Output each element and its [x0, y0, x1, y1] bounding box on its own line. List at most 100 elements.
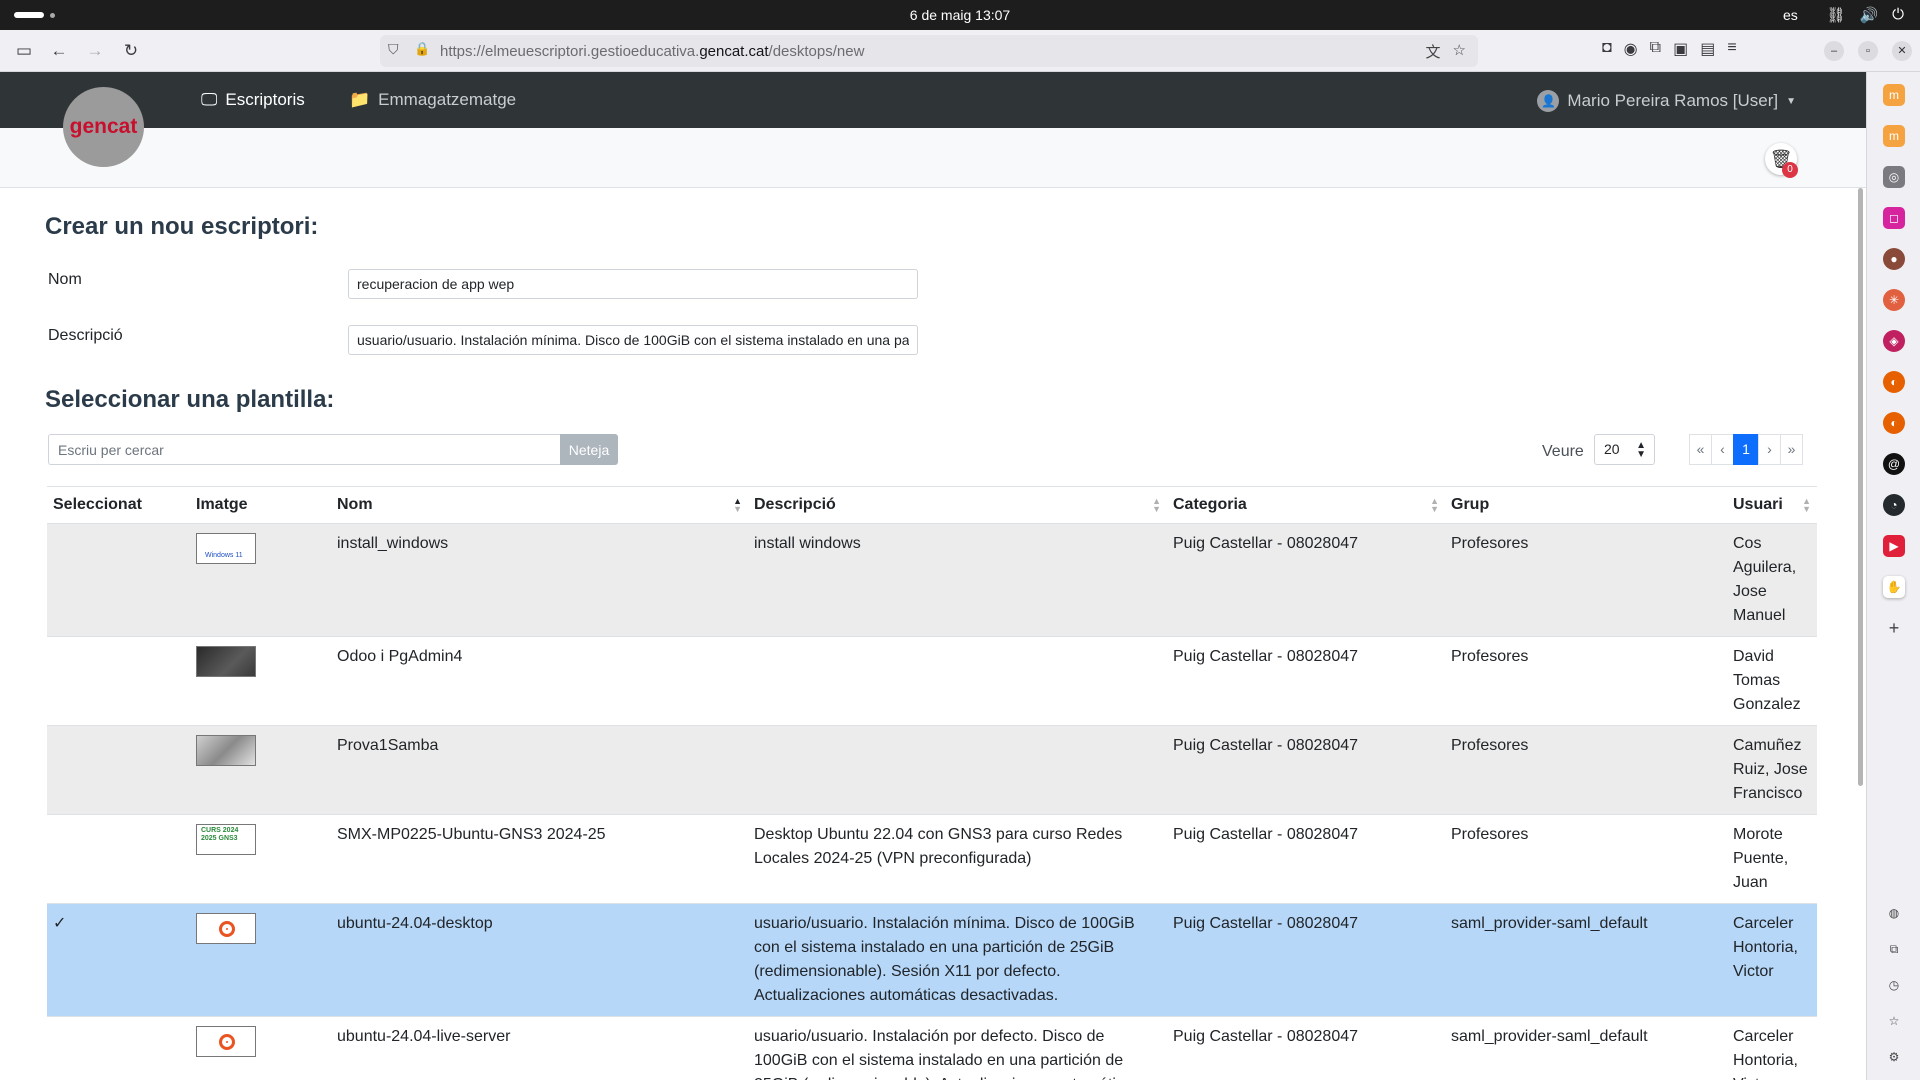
row-check[interactable]	[47, 636, 190, 726]
account-icon[interactable]: ◉	[1624, 39, 1638, 59]
nav-storage[interactable]: 📁 Emmagatzematge	[349, 90, 516, 110]
history-icon[interactable]: ◷	[1883, 974, 1905, 996]
tabs-icon[interactable]: ⧉	[1883, 938, 1905, 960]
search-input[interactable]	[48, 434, 560, 465]
page-first[interactable]: «	[1689, 434, 1712, 465]
page-scrollbar[interactable]	[1858, 188, 1863, 786]
instagram-icon[interactable]: ◻	[1883, 207, 1905, 229]
browser-sidebar: m m ◎ ◻ ● ✳ ◈ ◐ ◐ @ ◔ ▶ ✋ + ◍ ⧉ ◷ ☆ ⚙	[1866, 72, 1920, 1080]
row-group: saml_provider-saml_default	[1445, 1016, 1727, 1080]
table-row-selected[interactable]: ✓ ubuntu-24.04-desktop usuario/usuario. …	[47, 903, 1817, 1017]
youtube-icon[interactable]: ▶	[1883, 535, 1905, 557]
forward-icon[interactable]: →	[83, 39, 107, 63]
sort-icon[interactable]: ▲ ▼	[1802, 497, 1811, 514]
clear-button[interactable]: Neteja	[560, 434, 618, 465]
asterisk-icon[interactable]: ✳	[1883, 289, 1905, 311]
power-icon[interactable]: ⏻	[1892, 6, 1904, 24]
row-check[interactable]	[47, 814, 190, 904]
row-check[interactable]	[47, 725, 190, 815]
sidebar-toggle-icon[interactable]: ▭	[12, 39, 36, 63]
bookmarks-icon[interactable]: ☆	[1883, 1010, 1905, 1032]
col-image[interactable]: Imatge	[190, 486, 331, 524]
row-user: Cos Aguilera, Jose Manuel	[1727, 523, 1817, 637]
page-prev[interactable]: ‹	[1711, 434, 1734, 465]
ubuntu-thumbnail[interactable]	[196, 1026, 256, 1057]
tracking-shield-icon[interactable]: ⛉	[388, 41, 399, 58]
caret-down-icon: ▼	[1786, 95, 1796, 107]
name-input[interactable]	[348, 269, 918, 299]
app-navbar: 🖵 Escriptoris 📁 Emmagatzematge 👤 Mario P…	[0, 72, 1866, 128]
sort-icon[interactable]: ▲ ▼	[1430, 497, 1439, 514]
page-next[interactable]: ›	[1758, 434, 1781, 465]
table-row[interactable]: Windows 11 install_windows install windo…	[47, 523, 1817, 637]
col-group[interactable]: Grup	[1445, 486, 1727, 524]
avatar-icon[interactable]: ●	[1883, 248, 1905, 270]
reader-view-icon[interactable]: ▤	[1700, 39, 1715, 59]
back-icon[interactable]: ←	[47, 39, 71, 63]
app-icon[interactable]: ◈	[1883, 330, 1905, 352]
col-category[interactable]: Categoria ▲ ▼	[1167, 486, 1445, 524]
row-category: Puig Castellar - 08028047	[1167, 725, 1445, 815]
lock-icon[interactable]: 🔒	[414, 41, 430, 57]
translate-icon[interactable]: 文	[1426, 41, 1441, 62]
bookmark-star-icon[interactable]: ☆	[1453, 41, 1466, 62]
page-last[interactable]: »	[1780, 434, 1803, 465]
table-row[interactable]: Odoo i PgAdmin4 Puig Castellar - 0802804…	[47, 636, 1817, 726]
moodle-icon[interactable]: m	[1883, 125, 1905, 147]
col-user[interactable]: Usuari ▲ ▼	[1727, 486, 1817, 524]
pocket-icon[interactable]: ◘	[1602, 39, 1612, 59]
table-row[interactable]: Prova1Samba Puig Castellar - 08028047 Pr…	[47, 725, 1817, 815]
keyboard-language[interactable]: es	[1783, 7, 1798, 23]
os-clock[interactable]: 6 de maig 13:07	[0, 7, 1920, 23]
add-icon[interactable]: +	[1883, 617, 1905, 639]
container-icon[interactable]: ▣	[1673, 39, 1688, 59]
row-check[interactable]: ✓	[47, 903, 190, 1017]
volume-icon[interactable]: 🔊	[1859, 6, 1878, 24]
nav-desktops[interactable]: 🖵 Escriptoris	[201, 90, 305, 110]
github-icon[interactable]: ◔	[1883, 494, 1905, 516]
extensions-icon[interactable]: ⧉	[1650, 39, 1661, 59]
row-name: ubuntu-24.04-desktop	[331, 903, 748, 1017]
globe-icon[interactable]: ◎	[1883, 166, 1905, 188]
ubuntu-thumbnail[interactable]	[196, 913, 256, 944]
maximize-icon[interactable]: ▫	[1858, 41, 1878, 61]
address-bar[interactable]: ⛉ 🔒 https://elmeuescriptori.gestioeducat…	[380, 35, 1478, 67]
monitor-icon: 🖵	[201, 90, 218, 109]
ai-icon[interactable]: ◍	[1883, 902, 1905, 924]
threads-icon[interactable]: @	[1883, 453, 1905, 475]
page-current[interactable]: 1	[1733, 434, 1759, 465]
page-size-select[interactable]: 20 ▲ ▼	[1594, 434, 1655, 465]
col-selected[interactable]: Seleccionat	[47, 486, 190, 524]
row-user: Camuñez Ruiz, Jose Francisco	[1727, 725, 1817, 815]
sort-icon[interactable]: ▲ ▼	[1152, 497, 1161, 514]
system-tray[interactable]: ⛓ 🔊 ⏻	[1826, 6, 1904, 24]
active-tab-icon[interactable]: ✋	[1883, 576, 1905, 598]
gencat-logo[interactable]: gencat	[63, 87, 144, 167]
moodle-icon[interactable]: m	[1883, 84, 1905, 106]
network-icon[interactable]: ⛓	[1826, 6, 1845, 24]
row-description	[748, 636, 1167, 726]
url-text[interactable]: https://elmeuescriptori.gestioeducativa.…	[440, 43, 864, 60]
row-check[interactable]	[47, 1016, 190, 1080]
minimize-icon[interactable]: –	[1824, 41, 1844, 61]
windows-thumbnail[interactable]: Windows 11	[196, 533, 256, 564]
col-description[interactable]: Descripció ▲ ▼	[748, 486, 1167, 524]
row-description: usuario/usuario. Instalación mínima. Dis…	[748, 903, 1167, 1017]
col-name[interactable]: Nom ▲ ▼	[331, 486, 748, 524]
firefox-icon[interactable]: ◐	[1883, 371, 1905, 393]
row-group: Profesores	[1445, 725, 1727, 815]
description-input[interactable]	[348, 325, 918, 355]
table-row[interactable]: CURS 2024 2025 GNS3 SMX-MP0225-Ubuntu-GN…	[47, 814, 1817, 904]
template-thumbnail[interactable]	[196, 646, 256, 677]
sort-asc-icon[interactable]: ▲ ▼	[733, 497, 742, 514]
reload-icon[interactable]: ↻	[119, 39, 143, 63]
gns3-thumbnail[interactable]: CURS 2024 2025 GNS3	[196, 824, 256, 855]
menu-icon[interactable]: ≡	[1727, 39, 1736, 59]
close-icon[interactable]: ✕	[1892, 41, 1912, 61]
settings-gear-icon[interactable]: ⚙	[1883, 1046, 1905, 1068]
row-check[interactable]	[47, 523, 190, 637]
user-menu[interactable]: 👤 Mario Pereira Ramos [User] ▼	[1537, 90, 1796, 112]
firefox-icon[interactable]: ◐	[1883, 412, 1905, 434]
table-row[interactable]: ubuntu-24.04-live-server usuario/usuario…	[47, 1016, 1817, 1080]
template-thumbnail[interactable]	[196, 735, 256, 766]
